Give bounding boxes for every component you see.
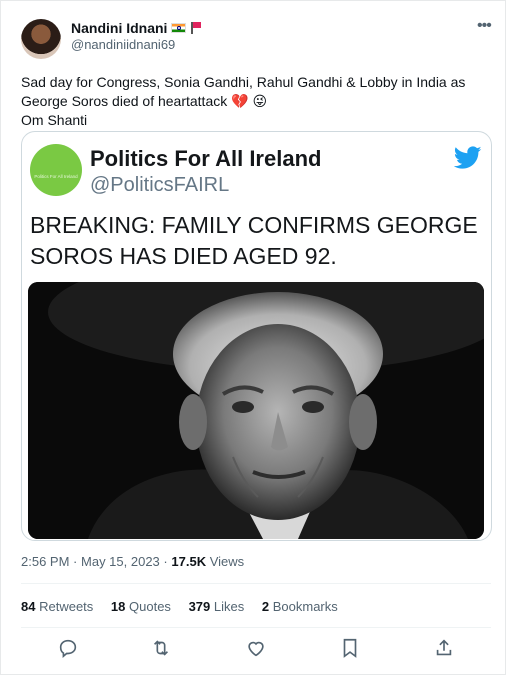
quotes-stat[interactable]: 18 Quotes bbox=[111, 599, 171, 614]
likes-count: 379 bbox=[188, 599, 211, 614]
reply-button[interactable] bbox=[57, 637, 79, 659]
author-handle[interactable]: @nandiniidnani69 bbox=[71, 37, 175, 52]
embedded-image-card[interactable]: Politics For All Ireland Politics For Al… bbox=[21, 131, 492, 541]
card-headline-line: BREAKING: FAMILY CONFIRMS GEORGE bbox=[30, 212, 478, 238]
views-count: 17.5K bbox=[171, 554, 207, 569]
share-button[interactable] bbox=[433, 637, 455, 659]
portrait-photo bbox=[28, 282, 484, 539]
engagement-stats: 84 Retweets 18 Quotes 379 Likes 2 Bookma… bbox=[21, 599, 352, 614]
tweet-text-line: George Soros died of heartattack 💔 😜 bbox=[21, 93, 268, 109]
tweet-time[interactable]: 2:56 PM bbox=[21, 554, 69, 569]
views-label: Views bbox=[209, 554, 245, 569]
retweets-stat[interactable]: 84 Retweets bbox=[21, 599, 93, 614]
bookmarks-stat[interactable]: 2 Bookmarks bbox=[262, 599, 338, 614]
retweets-count: 84 bbox=[21, 599, 36, 614]
likes-label: Likes bbox=[213, 599, 245, 614]
avatar[interactable] bbox=[21, 19, 61, 59]
portrait-illustration bbox=[28, 282, 484, 539]
retweet-button[interactable] bbox=[150, 637, 172, 659]
quotes-count: 18 bbox=[110, 599, 126, 614]
bookmarks-label: Bookmarks bbox=[272, 599, 338, 614]
tweet-text-line: Sad day for Congress, Sonia Gandhi, Rahu… bbox=[21, 74, 466, 90]
tweet-meta: 2:56 PM · May 15, 2023 · 17.5K Views bbox=[21, 554, 244, 569]
divider bbox=[21, 583, 491, 584]
tweet-text-line: Om Shanti bbox=[21, 112, 88, 128]
card-account-name: Politics For All Ireland bbox=[90, 146, 322, 171]
reply-icon bbox=[59, 639, 77, 659]
like-button[interactable] bbox=[245, 637, 267, 659]
red-flag-icon bbox=[190, 22, 202, 34]
card-account-handle: @PoliticsFAIRL bbox=[90, 174, 230, 196]
twitter-bird-icon bbox=[454, 146, 482, 169]
more-options-icon[interactable]: ••• bbox=[477, 18, 492, 34]
divider bbox=[21, 627, 491, 628]
india-flag-icon bbox=[171, 23, 187, 33]
like-icon bbox=[248, 641, 264, 657]
meta-separator: · bbox=[163, 554, 168, 569]
quotes-label: Quotes bbox=[129, 599, 171, 614]
meta-separator: · bbox=[73, 554, 78, 569]
retweets-label: Retweets bbox=[39, 599, 94, 614]
bookmarks-count: 2 bbox=[261, 599, 270, 614]
card-headline-line: SOROS HAS DIED AGED 92. bbox=[30, 243, 337, 269]
card-logo-text: Politics For All Ireland bbox=[34, 174, 78, 179]
bookmark-icon bbox=[343, 638, 357, 658]
tweet-text: Sad day for Congress, Sonia Gandhi, Rahu… bbox=[21, 73, 491, 130]
tweet-date[interactable]: May 15, 2023 bbox=[81, 554, 160, 569]
share-icon bbox=[436, 639, 452, 656]
card-account-logo: Politics For All Ireland bbox=[30, 144, 82, 196]
likes-stat[interactable]: 379 Likes bbox=[189, 599, 245, 614]
author-name-row[interactable]: Nandini Idnani bbox=[71, 20, 202, 36]
action-bar bbox=[1, 637, 506, 661]
tweet-container: Nandini Idnani @nandiniidnani69 ••• Sad … bbox=[0, 0, 506, 675]
author-name[interactable]: Nandini Idnani bbox=[71, 20, 167, 36]
retweet-icon bbox=[153, 640, 169, 656]
card-headline: BREAKING: FAMILY CONFIRMS GEORGE SOROS H… bbox=[30, 210, 485, 272]
bookmark-button[interactable] bbox=[339, 637, 361, 659]
